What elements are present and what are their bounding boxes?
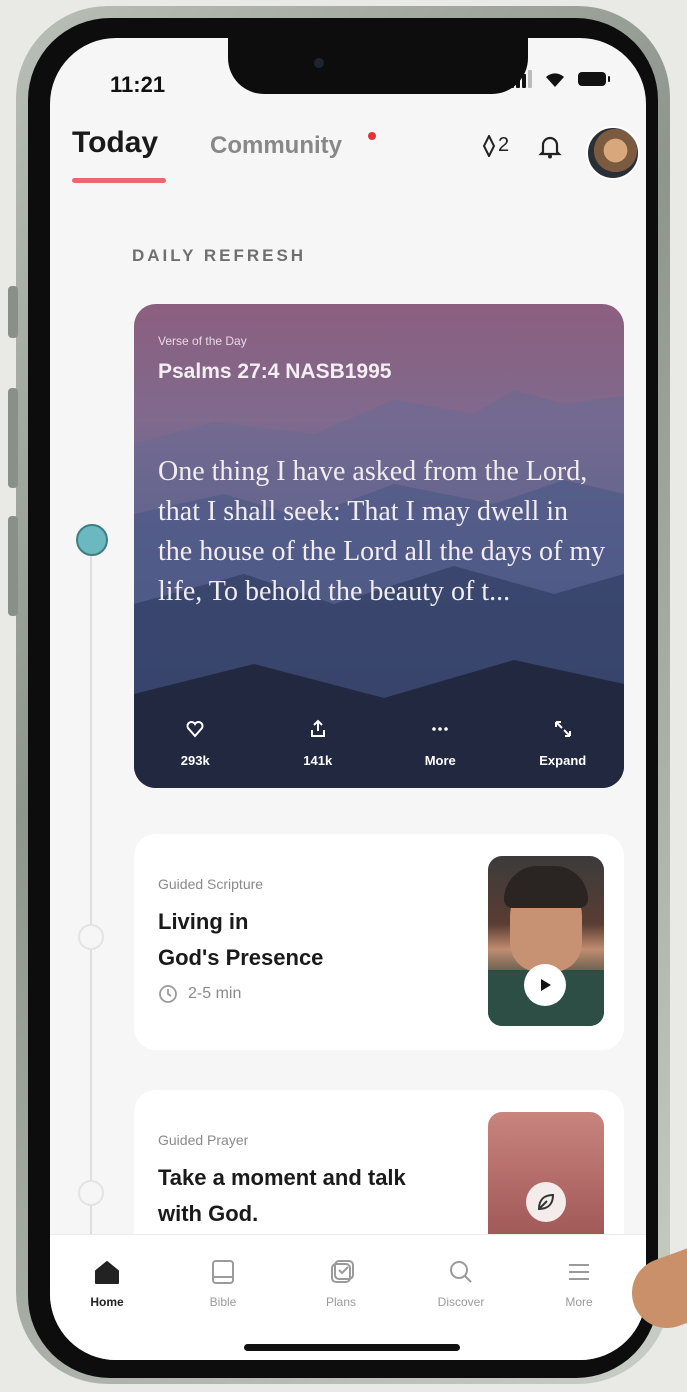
nav-home[interactable]: Home: [62, 1257, 152, 1309]
more-label: More: [424, 753, 456, 768]
more-button[interactable]: More: [390, 719, 490, 768]
battery-icon: [578, 72, 610, 86]
home-indicator[interactable]: [244, 1344, 460, 1351]
share-count: 141k: [303, 753, 333, 768]
timeline-line: [90, 544, 92, 1264]
share-button[interactable]: 141k: [268, 719, 368, 768]
nav-more[interactable]: More: [534, 1257, 624, 1309]
section-label: DAILY REFRESH: [132, 246, 307, 265]
home-icon: [95, 1261, 119, 1284]
guided-scripture-title: Living in God's Presence: [158, 904, 448, 976]
streak-icon: [482, 134, 496, 157]
expand-button[interactable]: Expand: [513, 719, 613, 768]
bible-icon: [212, 1260, 234, 1284]
nav-discover-label: Discover: [437, 1295, 485, 1309]
verse-text: One thing I have asked from the Lord, th…: [158, 456, 606, 607]
expand-label: Expand: [539, 753, 587, 768]
tab-community[interactable]: Community: [210, 132, 342, 160]
bottom-nav: Home Bible Plans Discover More: [50, 1234, 646, 1360]
share-icon: [310, 719, 325, 737]
guided-prayer-title-line2: with God.: [158, 1201, 259, 1226]
avatar[interactable]: [586, 126, 640, 180]
streak-count: 2: [498, 134, 510, 156]
nav-more-label: More: [565, 1295, 593, 1309]
bell-icon[interactable]: [536, 132, 564, 160]
verse-actions: 293k 141k More Expand: [134, 719, 624, 768]
duration: 2-5 min: [158, 984, 241, 1004]
video-thumbnail[interactable]: [488, 856, 604, 1026]
guided-scripture-title-line1: Living in: [158, 909, 249, 934]
active-tab-indicator: [72, 178, 166, 183]
menu-icon: [569, 1264, 589, 1280]
tab-today[interactable]: Today: [72, 126, 158, 160]
guided-scripture-card[interactable]: Guided Scripture Living in God's Presenc…: [134, 834, 624, 1050]
nav-discover[interactable]: Discover: [416, 1257, 506, 1309]
nav-home-label: Home: [90, 1295, 124, 1309]
like-button[interactable]: 293k: [145, 719, 245, 768]
guided-prayer-title-line1: Take a moment and talk: [158, 1165, 406, 1190]
verse-of-the-day-card[interactable]: Verse of the Day Psalms 27:4 NASB1995 On…: [134, 304, 624, 788]
heart-icon: [186, 721, 204, 738]
more-icon: [432, 727, 449, 731]
streak-button[interactable]: 2: [482, 134, 509, 157]
app-screen: 11:21 Today Community 2 DAILY REFRESH Ve…: [50, 38, 646, 1360]
status-time: 11:21: [110, 72, 166, 97]
mute-switch: [8, 286, 18, 338]
plans-icon: [331, 1260, 354, 1283]
volume-down-button: [8, 516, 18, 616]
verse-reference: Psalms 27:4 NASB1995: [158, 360, 392, 383]
guided-prayer-kicker: Guided Prayer: [158, 1132, 249, 1148]
timeline-dot: [78, 924, 104, 950]
volume-up-button: [8, 388, 18, 488]
guided-scripture-title-line2: God's Presence: [158, 945, 324, 970]
play-icon: [541, 979, 551, 991]
timeline-dot-active: [76, 524, 108, 556]
timeline-dot: [78, 1180, 104, 1206]
verse-kicker: Verse of the Day: [158, 334, 247, 348]
guided-scripture-kicker: Guided Scripture: [158, 876, 264, 892]
community-notification-dot: [368, 132, 376, 140]
nav-plans[interactable]: Plans: [296, 1257, 386, 1309]
top-header: Today Community 2: [50, 126, 646, 196]
nav-bible-label: Bible: [209, 1295, 237, 1309]
nav-plans-label: Plans: [325, 1295, 357, 1309]
expand-icon: [554, 721, 571, 737]
notch: [228, 38, 528, 94]
front-camera: [314, 58, 324, 68]
duration-text: 2-5 min: [188, 985, 242, 1002]
nav-bible[interactable]: Bible: [178, 1257, 268, 1309]
play-button[interactable]: [524, 964, 566, 1006]
thumbnail-hair: [504, 866, 588, 908]
prayer-icon: [526, 1182, 566, 1222]
like-count: 293k: [180, 753, 210, 768]
guided-prayer-title: Take a moment and talk with God.: [158, 1160, 458, 1232]
clock-icon: [159, 985, 177, 1003]
search-icon: [450, 1261, 472, 1283]
wifi-icon: [544, 70, 566, 88]
